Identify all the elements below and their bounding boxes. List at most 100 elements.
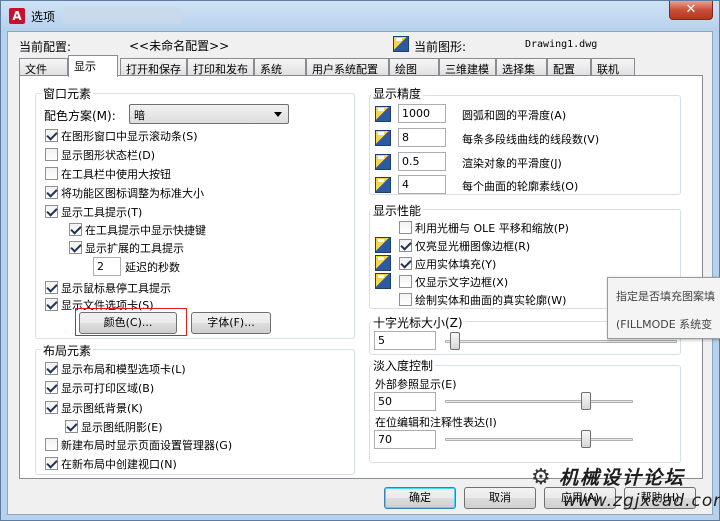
tab-3d-modeling[interactable]: 三维建模 [439, 58, 496, 76]
tab-display[interactable]: 显示 [68, 55, 118, 77]
tab-plot-publish[interactable]: 打印和发布 [187, 58, 254, 76]
crosshair-slider-thumb[interactable] [450, 332, 460, 350]
inplace-fade-slider-track[interactable] [445, 438, 633, 441]
cancel-button[interactable]: 取消 [464, 487, 536, 509]
checkbox-ribbon-icons[interactable] [45, 186, 58, 199]
checkbox-extended-tooltips[interactable] [69, 241, 82, 254]
checkbox-scrollbars[interactable] [45, 129, 58, 142]
inplace-fade-label: 在位编辑和注释性表达(I) [375, 416, 497, 429]
label-tooltips: 显示工具提示(T) [61, 206, 143, 219]
label-paper-shadow: 显示图纸阴影(E) [81, 421, 163, 434]
checkbox-layout-model-tabs[interactable] [45, 362, 58, 375]
tooltip-line-1: 指定是否填充图案填 [616, 290, 715, 303]
display-resolution-title: 显示精度 [371, 85, 424, 102]
polyline-segments-label: 每条多段线曲线的线段数(V) [462, 133, 600, 146]
current-drawing-value: Drawing1.dwg [525, 39, 598, 50]
checkbox-paper-shadow[interactable] [65, 420, 78, 433]
checkbox-printable-area[interactable] [45, 381, 58, 394]
render-smoothness-label: 渲染对象的平滑度(J) [462, 157, 562, 170]
window-title: 选项 [31, 10, 56, 24]
color-scheme-value: 暗 [134, 109, 145, 122]
color-scheme-label: 配色方案(M): [44, 109, 116, 123]
checkbox-file-tabs[interactable] [45, 298, 58, 311]
label-true-silhouettes: 绘制实体和曲面的真实轮廓(W) [415, 294, 567, 307]
inplace-fade-slider-thumb[interactable] [581, 430, 591, 448]
checkbox-page-setup-manager[interactable] [45, 438, 58, 451]
crosshair-size-title: 十字光标大小(Z) [371, 314, 465, 331]
color-scheme-select[interactable]: 暗 [129, 104, 289, 124]
label-shortcut-keys: 在工具提示中显示快捷键 [85, 224, 206, 237]
contour-lines-label: 每个曲面的轮廓素线(O) [462, 180, 579, 193]
display-performance-title: 显示性能 [371, 202, 424, 219]
label-layout-model-tabs: 显示布局和模型选项卡(L) [61, 363, 186, 376]
checkbox-large-buttons[interactable] [45, 167, 58, 180]
label-scrollbars: 在图形窗口中显示滚动条(S) [61, 130, 198, 143]
polyline-segments-input[interactable]: 8 [398, 128, 446, 147]
blurred-title-region [63, 7, 181, 24]
fonts-button[interactable]: 字体(F)... [191, 312, 271, 334]
render-smoothness-input[interactable]: 0.5 [398, 152, 446, 171]
current-profile-value: <<未命名配置>> [129, 39, 230, 53]
autocad-logo-icon: A [9, 8, 25, 24]
window-elements-title: 窗口元素 [41, 85, 94, 102]
label-status-bar: 显示图形状态栏(D) [61, 149, 156, 162]
tooltip-line-2: (FILLMODE 系统变 [616, 318, 713, 331]
tab-system[interactable]: 系统 [254, 58, 306, 76]
xref-fade-slider-track[interactable] [445, 400, 633, 403]
checkbox-raster-frame[interactable] [399, 239, 412, 252]
label-large-buttons: 在工具栏中使用大按钮 [61, 168, 171, 181]
current-profile-label: 当前配置: [19, 40, 72, 54]
layout-elements-title: 布局元素 [41, 342, 94, 359]
colors-button[interactable]: 颜色(C)... [79, 312, 177, 334]
fade-control-title: 淡入度控制 [371, 357, 436, 374]
xref-fade-slider-thumb[interactable] [581, 392, 591, 410]
xref-fade-label: 外部参照显示(E) [375, 378, 457, 391]
checkbox-solid-fill[interactable] [399, 257, 412, 270]
arc-smoothness-input[interactable]: 1000 [398, 104, 446, 123]
help-button[interactable]: 帮助(H) [624, 487, 696, 509]
checkbox-shortcut-keys[interactable] [69, 223, 82, 236]
label-page-setup-manager: 新建布局时显示页面设置管理器(G) [61, 439, 233, 452]
tab-files[interactable]: 文件 [19, 58, 68, 76]
label-paper-background: 显示图纸背景(K) [61, 402, 143, 415]
tab-drafting[interactable]: 绘图 [389, 58, 439, 76]
checkbox-paper-background[interactable] [45, 401, 58, 414]
delay-seconds-input[interactable]: 2 [93, 257, 121, 276]
checkbox-text-boundary[interactable] [399, 275, 412, 288]
crosshair-slider-track[interactable] [445, 340, 677, 343]
current-drawing-label: 当前图形: [414, 40, 467, 54]
checkbox-create-viewport[interactable] [45, 457, 58, 470]
drawing-saved-icon [375, 237, 391, 253]
drawing-saved-icon [375, 273, 391, 289]
fillmode-tooltip: 指定是否填充图案填 (FILLMODE 系统变 [607, 277, 720, 339]
close-button[interactable]: ✕ [669, 1, 713, 20]
tab-online[interactable]: 联机 [591, 58, 635, 76]
label-extended-tooltips: 显示扩展的工具提示 [85, 242, 184, 255]
crosshair-size-input[interactable]: 5 [374, 331, 436, 350]
ok-button[interactable]: 确定 [384, 487, 456, 509]
contour-lines-input[interactable]: 4 [398, 175, 446, 194]
label-create-viewport: 在新布局中创建视口(N) [61, 458, 177, 471]
checkbox-tooltips[interactable] [45, 205, 58, 218]
checkbox-rollover-tooltips[interactable] [45, 281, 58, 294]
drawing-saved-icon [375, 106, 391, 122]
checkbox-raster-ole-pan[interactable] [399, 221, 412, 234]
label-printable-area: 显示可打印区域(B) [61, 382, 155, 395]
tab-profiles[interactable]: 配置 [547, 58, 591, 76]
label-raster-ole-pan: 利用光栅与 OLE 平移和缩放(P) [415, 222, 569, 235]
delay-seconds-label: 延迟的秒数 [125, 261, 180, 274]
label-text-boundary: 仅显示文字边框(X) [415, 276, 509, 289]
label-solid-fill: 应用实体填充(Y) [415, 258, 497, 271]
checkbox-status-bar[interactable] [45, 148, 58, 161]
drawing-saved-icon [375, 177, 391, 193]
drawing-icon [393, 36, 409, 52]
tab-selection[interactable]: 选择集 [496, 58, 547, 76]
xref-fade-input[interactable]: 50 [374, 392, 436, 411]
inplace-fade-input[interactable]: 70 [374, 430, 436, 449]
drawing-saved-icon [375, 130, 391, 146]
tab-user-preferences[interactable]: 用户系统配置 [306, 58, 389, 76]
checkbox-true-silhouettes[interactable] [399, 293, 412, 306]
tab-open-save[interactable]: 打开和保存 [120, 58, 187, 76]
title-bar[interactable]: A 选项 ✕ [1, 1, 719, 31]
apply-button[interactable]: 应用(A) [544, 487, 616, 509]
